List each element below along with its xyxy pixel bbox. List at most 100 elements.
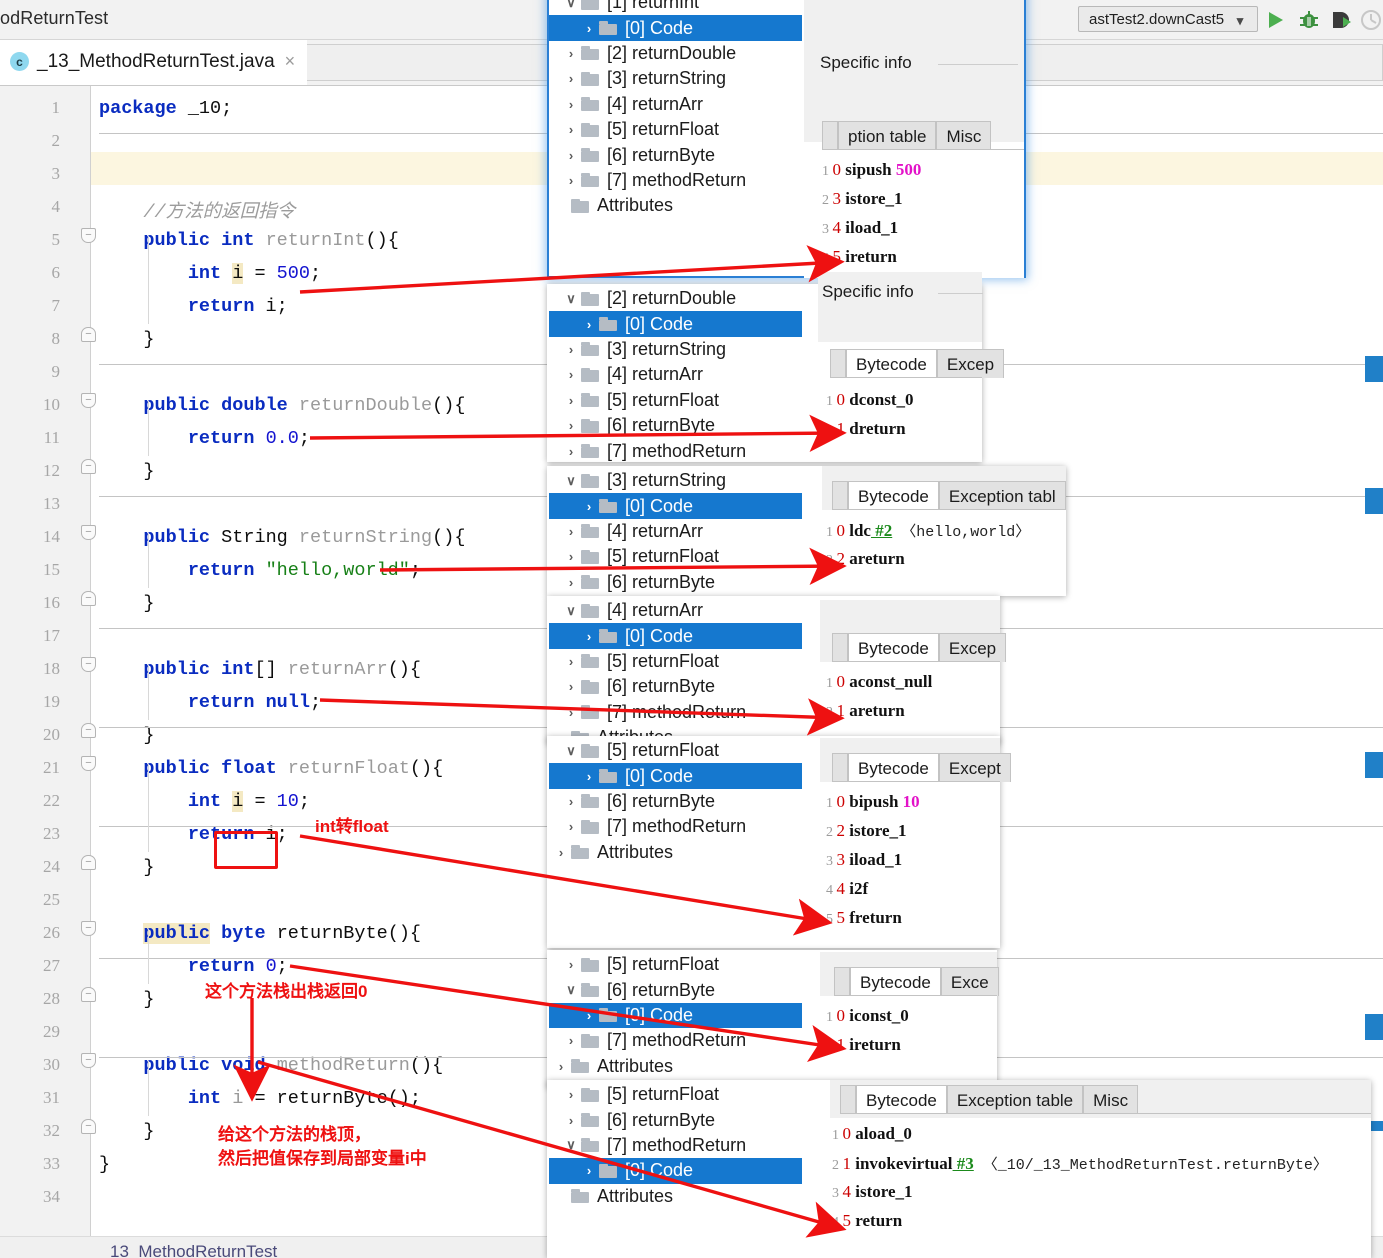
code-line[interactable]: } <box>99 989 154 1010</box>
code-line[interactable]: int i = 500; <box>99 263 321 284</box>
bytecode-tabs-returnint[interactable]: ption table Misc <box>822 120 992 150</box>
code-line[interactable]: public float returnFloat(){ <box>99 758 443 779</box>
bytecode-row[interactable]: 2 2 areturn <box>826 549 1030 578</box>
method-tree-returndouble[interactable]: ∨ [2] returnDouble › [0] Code › [3] returnStr… <box>549 286 802 462</box>
code-line[interactable]: public int returnInt(){ <box>99 230 398 251</box>
chevron-right-icon[interactable]: › <box>561 705 581 720</box>
fold-handle-end[interactable]: − <box>81 855 96 870</box>
tree-node[interactable]: › [2] returnDouble <box>549 41 802 66</box>
debug-icon[interactable] <box>1297 8 1321 32</box>
tree-node[interactable]: › [4] returnArr <box>549 92 802 117</box>
bytecode-list-returnint[interactable]: 1 0 sipush 500 2 3 istore_1 3 4 iload_1 4 5… <box>822 160 921 276</box>
chevron-right-icon[interactable]: › <box>561 524 581 539</box>
bytecode-row[interactable]: 1 0 iconst_0 <box>826 1006 909 1035</box>
chevron-right-icon[interactable]: › <box>561 173 581 188</box>
fold-handle-end[interactable]: − <box>81 459 96 474</box>
fold-handle-end[interactable]: − <box>81 1119 96 1134</box>
chevron-right-icon[interactable]: › <box>579 1163 599 1178</box>
tree-node[interactable]: › [7] methodReturn <box>549 438 802 462</box>
chevron-down-icon[interactable]: ∨ <box>561 603 581 619</box>
tree-node[interactable]: ∨ [7] methodReturn <box>549 1133 802 1158</box>
tab-13-methodreturntest-java[interactable]: c _13_MethodReturnTest.java × <box>0 40 308 85</box>
bytecode-constpool-ref[interactable]: #2 <box>871 521 892 540</box>
chevron-right-icon[interactable]: › <box>551 1059 571 1074</box>
tree-node[interactable]: Attributes <box>549 1184 802 1209</box>
fold-handle-collapse[interactable]: − <box>81 756 96 771</box>
chevron-right-icon[interactable]: › <box>561 957 581 972</box>
tab-exception-table[interactable]: Exception table <box>946 1085 1084 1114</box>
tree-node[interactable]: › Attributes <box>549 840 802 865</box>
method-tree-returnstring[interactable]: ∨ [3] returnString › [0] Code › [4] returnArr… <box>549 468 802 596</box>
chevron-right-icon[interactable]: › <box>561 97 581 112</box>
tree-node[interactable]: › [5] returnFloat <box>549 544 802 569</box>
tree-node[interactable]: ∨ [4] returnArr <box>549 598 802 623</box>
bytecode-list-returndouble[interactable]: 1 0 dconst_0 2 1 dreturn <box>826 390 913 448</box>
chevron-right-icon[interactable]: › <box>579 769 599 784</box>
tab-excep[interactable]: Excep <box>936 349 1005 378</box>
tab-bytecode[interactable]: Bytecode <box>856 1085 947 1114</box>
method-tree-returnbyte[interactable]: › [5] returnFloat ∨ [6] returnByte › [0] Code… <box>549 952 802 1088</box>
fold-handle-collapse[interactable]: − <box>81 921 96 936</box>
chevron-right-icon[interactable]: › <box>561 575 581 590</box>
bytecode-row[interactable]: 1 0 aconst_null <box>826 672 932 701</box>
tree-node[interactable]: Attributes <box>549 193 802 218</box>
bytecode-row[interactable]: 1 0 aload_0 <box>832 1124 1328 1153</box>
tree-node[interactable]: › [6] returnByte <box>549 789 802 814</box>
bytecode-list-methodreturn[interactable]: 1 0 aload_0 2 1 invokevirtual #3 〈_10/_13… <box>832 1124 1328 1240</box>
chevron-right-icon[interactable]: › <box>561 367 581 382</box>
chevron-right-icon[interactable]: › <box>551 845 571 860</box>
bytecode-tabs-methodreturn[interactable]: Bytecode Exception table Misc <box>840 1084 1139 1114</box>
tab-ption-table[interactable]: ption table <box>838 121 937 150</box>
tab-bytecode[interactable]: Bytecode <box>848 481 939 510</box>
bytecode-list-returnstring[interactable]: 1 0 ldc #2 〈hello,world〉 2 2 areturn <box>826 520 1030 578</box>
tab-excep[interactable]: Excep <box>938 633 1007 662</box>
tab-misc[interactable]: Misc <box>1083 1085 1139 1114</box>
tree-node[interactable]: ∨ [2] returnDouble <box>549 286 802 311</box>
scrollbar-marker[interactable] <box>1365 1014 1383 1040</box>
bytecode-row[interactable]: 3 4 istore_1 <box>832 1182 1328 1211</box>
profile-icon[interactable] <box>1359 8 1383 32</box>
bytecode-row[interactable]: 4 4 i2f <box>826 879 920 908</box>
chevron-down-icon[interactable]: ∨ <box>561 982 581 998</box>
fold-handle-collapse[interactable]: − <box>81 657 96 672</box>
chevron-right-icon[interactable]: › <box>561 819 581 834</box>
fold-handle-collapse[interactable]: − <box>81 393 96 408</box>
bytecode-tabs-returnfloat[interactable]: Bytecode Except <box>832 752 1011 782</box>
code-line[interactable]: package _10; <box>99 98 232 119</box>
tree-node-selected[interactable]: › [0] Code <box>549 15 802 41</box>
bytecode-row[interactable]: 1 0 ldc #2 〈hello,world〉 <box>826 520 1030 549</box>
bytecode-list-returnarr[interactable]: 1 0 aconst_null 2 1 areturn <box>826 672 932 730</box>
fold-handle-end[interactable]: − <box>81 723 96 738</box>
scrollbar-marker[interactable] <box>1365 488 1383 514</box>
chevron-right-icon[interactable]: › <box>561 1033 581 1048</box>
code-line[interactable]: return null; <box>99 692 321 713</box>
run-configuration-selector[interactable]: astTest2.downCast5 ▾ <box>1078 6 1258 32</box>
code-line[interactable]: } <box>99 857 154 878</box>
chevron-right-icon[interactable]: › <box>579 1008 599 1023</box>
chevron-right-icon[interactable]: › <box>579 629 599 644</box>
scrollbar-marker[interactable] <box>1365 356 1383 382</box>
tree-node-selected[interactable]: › [0] Code <box>549 1158 802 1184</box>
tree-node[interactable]: › [5] returnFloat <box>549 952 802 977</box>
fold-handle-collapse[interactable]: − <box>81 1053 96 1068</box>
bytecode-row[interactable]: 2 1 ireturn <box>826 1035 909 1064</box>
chevron-right-icon[interactable]: › <box>561 393 581 408</box>
run-icon[interactable] <box>1263 8 1287 32</box>
bytecode-tabs-returnstring[interactable]: Bytecode Exception tabl <box>832 480 1066 510</box>
tree-node-selected[interactable]: › [0] Code <box>549 1002 802 1029</box>
chevron-right-icon[interactable]: › <box>561 148 581 163</box>
fold-handle-end[interactable]: − <box>81 327 96 342</box>
chevron-right-icon[interactable]: › <box>561 679 581 694</box>
bytecode-tabs-returnbyte[interactable]: Bytecode Exce <box>834 966 999 996</box>
fold-handle-collapse[interactable]: − <box>81 525 96 540</box>
bytecode-row[interactable]: 1 0 dconst_0 <box>826 390 913 419</box>
tree-node[interactable]: › [5] returnFloat <box>549 649 802 674</box>
chevron-right-icon[interactable]: › <box>579 21 599 36</box>
tree-node[interactable]: › [7] methodReturn <box>549 1028 802 1053</box>
method-tree-methodreturn[interactable]: › [5] returnFloat › [6] returnByte ∨ [7] meth… <box>549 1082 802 1258</box>
tree-node[interactable]: › [4] returnArr <box>549 519 802 544</box>
code-line[interactable]: } <box>99 1121 154 1142</box>
code-line[interactable]: } <box>99 1154 110 1175</box>
tree-node[interactable]: › [6] returnByte <box>549 570 802 595</box>
tree-node-selected[interactable]: › [0] Code <box>549 763 802 789</box>
